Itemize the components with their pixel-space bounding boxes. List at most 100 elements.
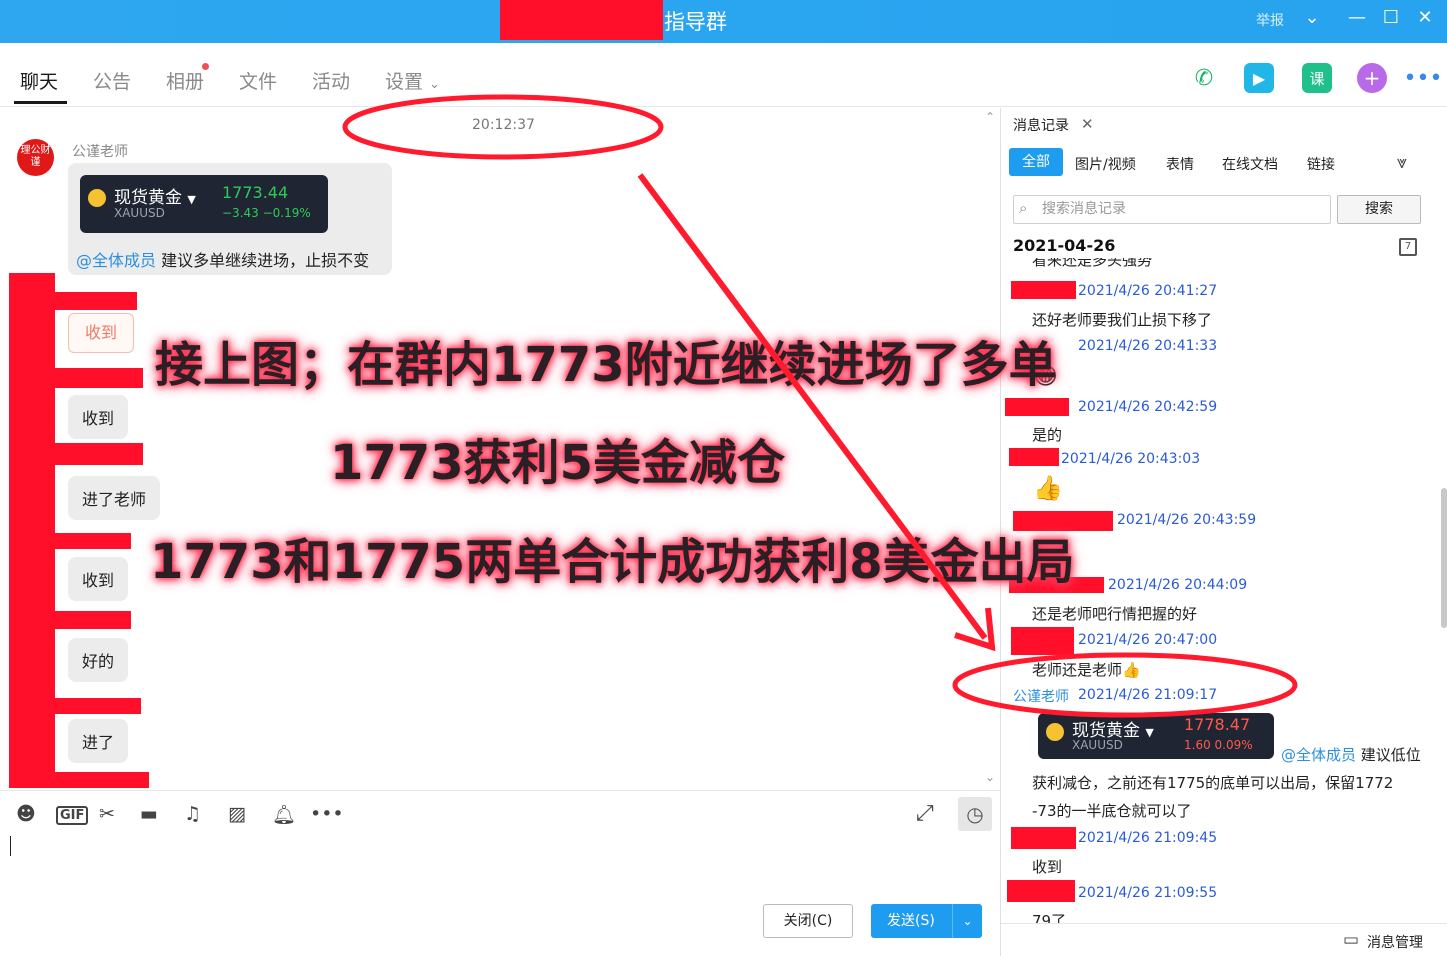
quote-change: −3.43 −0.19%: [222, 206, 311, 220]
record-text: @全体成员 建议低位: [1281, 744, 1421, 765]
class-icon[interactable]: 课: [1302, 63, 1332, 93]
image-icon[interactable]: ▨: [228, 803, 246, 825]
tab-chat[interactable]: 聊天: [20, 67, 58, 94]
gold-quote-card[interactable]: 现货黄金 ▼ XAUUSD 1773.44 −3.43 −0.19%: [80, 175, 328, 233]
send-button-label: 发送(S): [887, 913, 935, 929]
gif-icon[interactable]: GIF: [56, 806, 89, 825]
reply-bubble: 进了老师: [68, 476, 161, 520]
message-text: @全体成员 建议多单继续进场，止损不变: [76, 247, 369, 271]
more-icon[interactable]: •••: [1404, 63, 1443, 93]
redaction-block: [1009, 448, 1059, 466]
reply-bubble: 进了: [68, 719, 129, 763]
redaction-block: [1011, 281, 1076, 299]
reply-bubble: 好的: [68, 638, 129, 682]
search-icon: ⌕: [1019, 199, 1028, 217]
tab-settings[interactable]: 设置 ⌄: [385, 67, 440, 94]
message-body: 建议多单继续进场，止损不变: [161, 251, 370, 270]
record-text: 79了: [1032, 912, 1067, 923]
record-time: 2021/4/26 20:41:33: [1078, 338, 1218, 354]
music-icon[interactable]: ♫: [184, 803, 201, 825]
message-bubble: 现货黄金 ▼ XAUUSD 1773.44 −3.43 −0.19% @全体成员…: [68, 163, 392, 275]
annotation-text: 1773和1775两单合计成功获利8美金出局: [150, 534, 1075, 590]
redaction-block: [55, 443, 143, 465]
record-text-body: 建议低位: [1360, 746, 1421, 764]
record-text: 看来还是多头强势: [1032, 258, 1153, 268]
redaction-block: [1011, 827, 1076, 849]
minimize-icon[interactable]: —: [1345, 7, 1369, 28]
search-input[interactable]: 搜索消息记录: [1013, 195, 1331, 224]
record-time: 2021/4/26 21:09:55: [1078, 885, 1218, 901]
filter-docs[interactable]: 在线文档: [1222, 154, 1278, 174]
active-tab-indicator: [14, 101, 67, 104]
annotation-text: 接上图；在群内1773附近继续进场了多单: [155, 337, 1057, 393]
scrollbar[interactable]: [1441, 488, 1447, 628]
message-manage-icon[interactable]: ▭: [1343, 930, 1359, 950]
record-time: 2021/4/26 20:41:27: [1078, 283, 1218, 299]
caret-down-icon: ▼: [1145, 726, 1154, 739]
reply-bubble: 收到: [68, 395, 129, 439]
redaction-block: [55, 292, 137, 310]
redaction-block: [55, 533, 131, 549]
redaction-block: [55, 698, 141, 714]
emoji-icon[interactable]: ☻: [16, 803, 36, 825]
input-toolbar: ☻ GIF ✂ ▬ ♫ ▨ 🔔︎ ••• ⤢ ◷: [0, 790, 1000, 836]
filter-media[interactable]: 图片/视频: [1075, 154, 1136, 174]
collapse-icon[interactable]: ⌃: [985, 110, 995, 124]
scissors-icon[interactable]: ✂: [99, 803, 115, 825]
record-time: 2021/4/26 20:42:59: [1078, 399, 1218, 415]
unread-dot: [202, 63, 209, 70]
folder-icon[interactable]: ▬: [140, 803, 158, 825]
chevron-down-icon[interactable]: ⌄: [1300, 7, 1324, 28]
group-tabs: 聊天 公告 相册 文件 活动 设置 ⌄ ✆ ▶ 课 + •••: [0, 43, 1447, 107]
mention-all[interactable]: @全体成员: [76, 251, 156, 270]
record-text: 获利减仓，之前还有1775的底单可以出局，保留1772: [1032, 774, 1394, 792]
gold-quote-card[interactable]: 现货黄金 ▼ XAUUSD 1778.47 1.60 0.09%: [1038, 713, 1274, 759]
report-link[interactable]: 举报: [1256, 10, 1284, 30]
phone-icon[interactable]: ✆: [1189, 63, 1219, 93]
history-clock-icon[interactable]: ◷: [958, 797, 992, 831]
mention-all[interactable]: @全体成员: [1281, 746, 1356, 764]
title-bar: 指导群 举报 ⌄ — ☐ ✕: [0, 0, 1447, 43]
video-call-icon[interactable]: ▶: [1244, 63, 1274, 93]
tab-activity[interactable]: 活动: [312, 67, 350, 94]
tab-album[interactable]: 相册: [166, 67, 204, 94]
bell-icon[interactable]: 🔔︎: [272, 803, 296, 826]
calendar-icon[interactable]: 7: [1399, 238, 1417, 256]
record-text-body: 老师还是老师: [1032, 661, 1123, 679]
search-button[interactable]: 搜索: [1337, 195, 1421, 224]
add-app-icon[interactable]: +: [1357, 63, 1387, 93]
gold-coin-icon: [1046, 723, 1064, 741]
expand-icon[interactable]: ⌄: [985, 770, 995, 784]
maximize-icon[interactable]: ☐: [1379, 7, 1403, 28]
record-sender[interactable]: 公谨老师: [1013, 686, 1069, 706]
window-title: 指导群: [664, 10, 727, 34]
record-time: 2021/4/26 21:09:17: [1078, 687, 1218, 703]
record-text: 还是老师吧行情把握的好: [1032, 605, 1198, 623]
message-manage-button[interactable]: 消息管理: [1367, 932, 1423, 952]
quote-price: 1773.44: [222, 183, 289, 202]
thumbs-up-emoji: 👍: [1033, 474, 1063, 502]
avatar[interactable]: 理公财谨: [17, 139, 54, 176]
close-icon[interactable]: ✕: [1413, 7, 1437, 28]
record-time: 2021/4/26 20:44:09: [1108, 577, 1248, 593]
reply-bubble: 收到: [68, 557, 129, 601]
quote-change: 1.60 0.09%: [1184, 738, 1253, 752]
tab-announcement[interactable]: 公告: [93, 67, 131, 94]
more-icon[interactable]: •••: [310, 803, 344, 825]
tab-files[interactable]: 文件: [239, 67, 277, 94]
chevron-down-icon[interactable]: ⌄: [952, 904, 982, 938]
panel-footer: ▭ 消息管理: [1001, 923, 1447, 956]
filter-stickers[interactable]: 表情: [1166, 154, 1194, 174]
close-button[interactable]: 关闭(C): [763, 904, 853, 938]
filter-icon[interactable]: ⩔: [1397, 152, 1407, 173]
record-text: 收到: [1032, 858, 1063, 876]
message-input[interactable]: 关闭(C) 发送(S) ⌄: [0, 836, 1000, 956]
caret-down-icon: ▼: [187, 193, 196, 206]
redaction-block: [9, 273, 55, 788]
send-button[interactable]: 发送(S) ⌄: [871, 904, 982, 938]
expand-window-icon[interactable]: ⤢: [916, 801, 934, 826]
sender-name[interactable]: 公谨老师: [72, 141, 128, 161]
filter-all[interactable]: 全部: [1009, 148, 1063, 176]
filter-links[interactable]: 链接: [1307, 154, 1335, 174]
close-icon[interactable]: ✕: [1081, 115, 1094, 133]
